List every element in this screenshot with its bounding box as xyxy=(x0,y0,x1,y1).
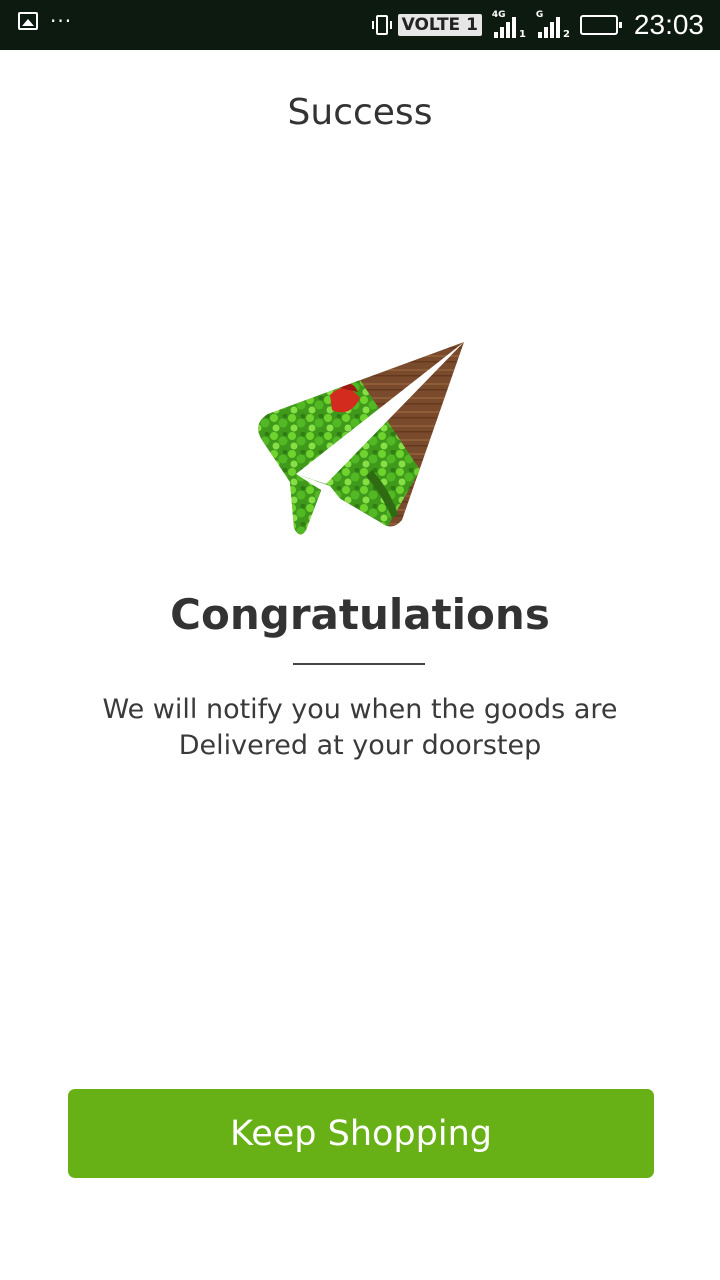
page-title: Success xyxy=(287,92,433,133)
keep-shopping-button[interactable]: Keep Shopping xyxy=(68,1089,654,1178)
sim-number-label: 1 xyxy=(518,29,526,40)
message-line-2: Delivered at your doorstep xyxy=(178,730,542,761)
signal-bars xyxy=(537,17,560,38)
sim-number-label: 2 xyxy=(562,29,570,40)
paper-plane-vegetables-icon xyxy=(240,330,480,550)
gallery-icon xyxy=(18,12,38,30)
battery-icon xyxy=(579,15,622,35)
heading-divider xyxy=(293,663,425,665)
signal-icon-sim2: G 2 xyxy=(536,10,570,40)
status-bar: ··· VOLTE 1 4G 1 G 2 23:03 xyxy=(0,0,720,50)
signal-bars xyxy=(493,17,516,38)
message-line-1: We will notify you when the goods are xyxy=(102,694,618,725)
signal-icon-sim1: 4G 1 xyxy=(492,10,526,40)
congratulations-heading: Congratulations xyxy=(170,590,550,639)
status-bar-right: VOLTE 1 4G 1 G 2 23:03 xyxy=(371,6,704,44)
clock-time: 23:03 xyxy=(633,9,704,40)
vibrate-icon xyxy=(371,15,392,35)
notification-message: We will notify you when the goods are De… xyxy=(60,692,660,764)
more-dots-icon: ··· xyxy=(50,9,73,33)
volte-badge: VOLTE 1 xyxy=(397,14,482,36)
status-bar-left: ··· xyxy=(18,9,73,33)
